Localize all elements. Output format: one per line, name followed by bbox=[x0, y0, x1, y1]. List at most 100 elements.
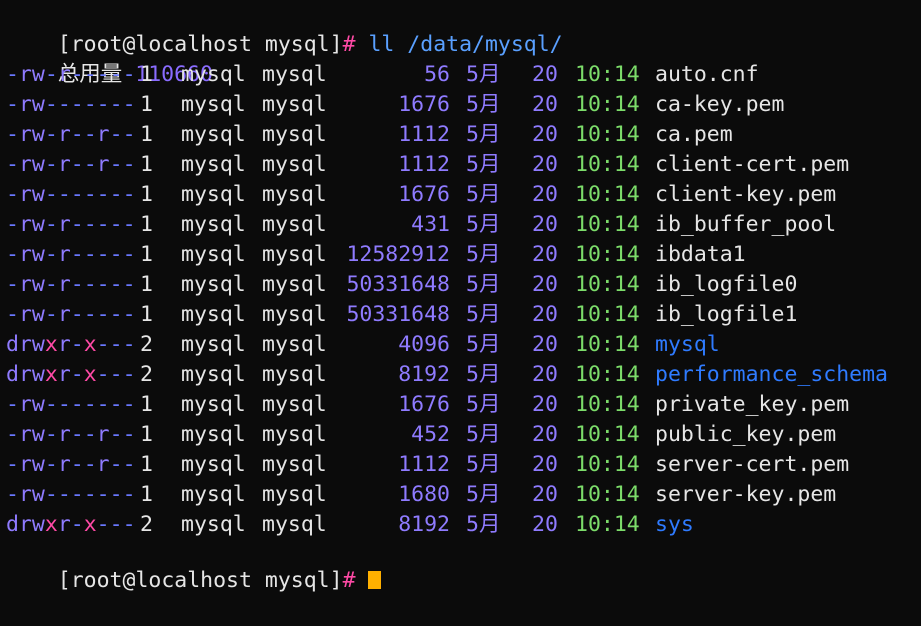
file-name[interactable]: private_key.pem bbox=[655, 390, 849, 420]
permissions: -rw------- bbox=[6, 482, 136, 507]
file-name[interactable]: ib_buffer_pool bbox=[655, 210, 836, 240]
directory-name[interactable]: mysql bbox=[655, 330, 720, 360]
owner: mysql bbox=[181, 272, 246, 297]
file-size: 1676 bbox=[398, 182, 450, 207]
owner: mysql bbox=[181, 332, 246, 357]
listing-row: -rw-r----- 1 mysql mysql 431 5月 20 10:14 ib_buff… bbox=[0, 210, 921, 240]
time: 10:14 bbox=[575, 332, 640, 357]
permissions: -rw-r--r-- bbox=[6, 452, 136, 477]
permissions: -rw-r--r-- bbox=[6, 422, 136, 447]
file-name[interactable]: public_key.pem bbox=[655, 420, 836, 450]
month: 5月 bbox=[466, 512, 501, 537]
listing-row: drwxr-x--- 2 mysql mysql 4096 5月 20 10:14 mysql bbox=[0, 330, 921, 360]
link-count: 1 bbox=[140, 92, 153, 117]
file-name[interactable]: auto.cnf bbox=[655, 60, 759, 90]
time: 10:14 bbox=[575, 212, 640, 237]
group: mysql bbox=[262, 452, 327, 477]
day: 20 bbox=[532, 152, 558, 177]
day: 20 bbox=[532, 392, 558, 417]
listing-row: -rw-r--r-- 1 mysql mysql 1112 5月 20 10:14 ca.pem bbox=[0, 120, 921, 150]
day: 20 bbox=[532, 452, 558, 477]
group: mysql bbox=[262, 152, 327, 177]
file-size: 50331648 bbox=[346, 302, 450, 327]
permissions: drwxr-x--- bbox=[6, 332, 136, 357]
owner: mysql bbox=[181, 302, 246, 327]
file-size: 50331648 bbox=[346, 272, 450, 297]
file-name[interactable]: ib_logfile1 bbox=[655, 300, 797, 330]
terminal-window[interactable]: [root@localhost mysql]# ll /data/mysql/ … bbox=[0, 0, 921, 593]
listing-row: -rw-r----- 1 mysql mysql 56 5月 20 10:14 auto.cnf bbox=[0, 60, 921, 90]
group: mysql bbox=[262, 362, 327, 387]
permissions: -rw-r----- bbox=[6, 62, 136, 87]
month: 5月 bbox=[466, 392, 501, 417]
file-size: 1676 bbox=[398, 392, 450, 417]
time: 10:14 bbox=[575, 482, 640, 507]
file-name[interactable]: client-cert.pem bbox=[655, 150, 849, 180]
month: 5月 bbox=[466, 212, 501, 237]
owner: mysql bbox=[181, 242, 246, 267]
directory-name[interactable]: sys bbox=[655, 510, 694, 540]
permissions: drwxr-x--- bbox=[6, 362, 136, 387]
file-size: 1680 bbox=[398, 482, 450, 507]
listing-row: -rw-r----- 1 mysql mysql 12582912 5月 20 10:14 ib… bbox=[0, 240, 921, 270]
file-name[interactable]: server-cert.pem bbox=[655, 450, 849, 480]
file-size: 12582912 bbox=[346, 242, 450, 267]
group: mysql bbox=[262, 392, 327, 417]
file-size: 1676 bbox=[398, 92, 450, 117]
time: 10:14 bbox=[575, 422, 640, 447]
prompt-symbol: # bbox=[342, 568, 356, 593]
file-size: 56 bbox=[424, 62, 450, 87]
day: 20 bbox=[532, 122, 558, 147]
file-size: 1112 bbox=[398, 122, 450, 147]
group: mysql bbox=[262, 272, 327, 297]
owner: mysql bbox=[181, 482, 246, 507]
file-name[interactable]: ca-key.pem bbox=[655, 90, 784, 120]
month: 5月 bbox=[466, 362, 501, 387]
day: 20 bbox=[532, 62, 558, 87]
file-size: 1112 bbox=[398, 152, 450, 177]
listing-row: -rw-r--r-- 1 mysql mysql 452 5月 20 10:14 public_… bbox=[0, 420, 921, 450]
day: 20 bbox=[532, 422, 558, 447]
group: mysql bbox=[262, 122, 327, 147]
month: 5月 bbox=[466, 152, 501, 177]
time: 10:14 bbox=[575, 122, 640, 147]
owner: mysql bbox=[181, 62, 246, 87]
day: 20 bbox=[532, 482, 558, 507]
owner: mysql bbox=[181, 392, 246, 417]
file-size: 452 bbox=[411, 422, 450, 447]
file-size: 431 bbox=[411, 212, 450, 237]
listing-row: -rw-r----- 1 mysql mysql 50331648 5月 20 10:14 ib… bbox=[0, 270, 921, 300]
time: 10:14 bbox=[575, 302, 640, 327]
owner: mysql bbox=[181, 122, 246, 147]
time: 10:14 bbox=[575, 272, 640, 297]
file-name[interactable]: ca.pem bbox=[655, 120, 733, 150]
link-count: 2 bbox=[140, 332, 153, 357]
day: 20 bbox=[532, 182, 558, 207]
link-count: 1 bbox=[140, 152, 153, 177]
file-size: 1112 bbox=[398, 452, 450, 477]
listing-row: -rw------- 1 mysql mysql 1680 5月 20 10:14 server… bbox=[0, 480, 921, 510]
file-name[interactable]: ib_logfile0 bbox=[655, 270, 797, 300]
day: 20 bbox=[532, 512, 558, 537]
owner: mysql bbox=[181, 152, 246, 177]
prompt-symbol: # bbox=[342, 32, 356, 57]
file-name[interactable]: ibdata1 bbox=[655, 240, 746, 270]
day: 20 bbox=[532, 272, 558, 297]
link-count: 1 bbox=[140, 122, 153, 147]
link-count: 1 bbox=[140, 212, 153, 237]
link-count: 1 bbox=[140, 242, 153, 267]
file-name[interactable]: server-key.pem bbox=[655, 480, 836, 510]
file-size: 8192 bbox=[398, 512, 450, 537]
month: 5月 bbox=[466, 182, 501, 207]
directory-name[interactable]: performance_schema bbox=[655, 360, 888, 390]
file-name[interactable]: client-key.pem bbox=[655, 180, 836, 210]
day: 20 bbox=[532, 302, 558, 327]
permissions: -rw-r----- bbox=[6, 212, 136, 237]
current-prompt-line[interactable]: [root@localhost mysql]# bbox=[6, 536, 382, 593]
month: 5月 bbox=[466, 482, 501, 507]
permissions: -rw-r----- bbox=[6, 242, 136, 267]
owner: mysql bbox=[181, 182, 246, 207]
prompt: [root@localhost mysql] bbox=[57, 568, 343, 593]
time: 10:14 bbox=[575, 62, 640, 87]
permissions: -rw-r--r-- bbox=[6, 152, 136, 177]
